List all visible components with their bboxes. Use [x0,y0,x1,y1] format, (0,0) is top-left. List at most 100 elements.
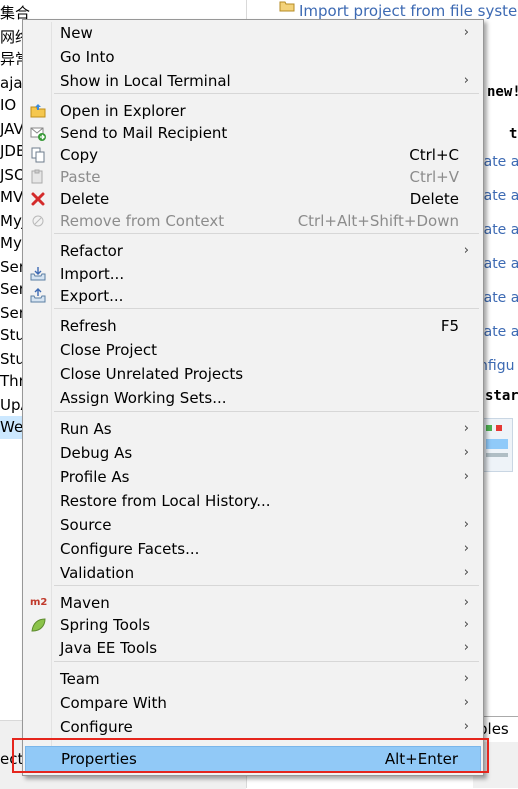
menu-item-label: Team [60,670,100,688]
menu-item-refresh[interactable]: Refresh F5 [25,315,481,337]
menu-item-show-in-local-terminal[interactable]: Show in Local Terminal › [25,70,481,92]
menu-item-label: Compare With [60,694,167,712]
menu-item-shortcut: Delete [409,190,459,208]
menu-item-label: Refresh [60,317,117,335]
submenu-chevron-icon: › [463,517,469,532]
menu-item-label: Spring Tools [60,616,151,634]
menu-item-label: Debug As [60,444,133,462]
explorer-item[interactable]: JAV [0,118,24,141]
menu-item-shortcut: Ctrl+Alt+Shift+Down [297,212,459,230]
menu-item-label: Close Unrelated Projects [60,365,244,383]
menu-separator [54,661,479,662]
menu-item-go-into[interactable]: Go Into [25,46,481,68]
menu-item-label: Go Into [60,48,115,66]
menu-item-label: Close Project [60,341,157,359]
delete-icon [30,191,46,207]
menu-item-import[interactable]: Import... [25,263,481,285]
import-project-link[interactable]: Import project from file system [299,2,518,20]
menu-item-label: Import... [60,265,125,283]
menu-separator [54,411,479,412]
spring-leaf-icon [30,617,46,633]
menu-item-label: Restore from Local History... [60,492,271,510]
menu-item-close-project[interactable]: Close Project [25,339,481,361]
menu-item-open-in-explorer[interactable]: Open in Explorer [25,100,481,122]
submenu-chevron-icon: › [463,421,469,436]
submenu-chevron-icon: › [463,445,469,460]
tutorial-thumbnail[interactable] [481,418,513,472]
menu-separator [54,585,479,586]
submenu-chevron-icon: › [463,73,469,88]
submenu-chevron-icon: › [463,671,469,686]
menu-item-label: Java EE Tools [60,639,158,657]
submenu-chevron-icon: › [463,469,469,484]
menu-item-label: Show in Local Terminal [60,72,231,90]
menu-item-debug-as[interactable]: Debug As › [25,442,481,464]
submenu-chevron-icon: › [463,695,469,710]
submenu-chevron-icon: › [463,25,469,40]
menu-item-label: Validation [60,564,135,582]
menu-item-label: Source [60,516,112,534]
menu-item-validation[interactable]: Validation › [25,562,481,584]
explorer-item[interactable]: IO [0,94,16,117]
menu-item-compare-with[interactable]: Compare With › [25,692,481,714]
menu-item-java-ee-tools[interactable]: Java EE Tools › [25,637,481,659]
menu-item-label: Copy [60,146,99,164]
submenu-chevron-icon: › [463,541,469,556]
menu-item-label: Delete [60,190,110,208]
menu-item-export[interactable]: Export... [25,285,481,307]
menu-item-label: Refactor [60,242,123,260]
menu-item-source[interactable]: Source › [25,514,481,536]
menu-separator [54,233,479,234]
remove-context-icon [30,213,46,229]
menu-item-label: Paste [60,168,101,186]
mail-send-icon [30,125,46,141]
menu-separator [54,308,479,309]
folder-icon [30,103,46,119]
menu-item-profile-as[interactable]: Profile As › [25,466,481,488]
todo-heading: t do [509,126,518,142]
menu-item-refactor[interactable]: Refactor › [25,240,481,262]
menu-item-shortcut: Ctrl+V [409,168,459,186]
menu-item-spring-tools[interactable]: Spring Tools › [25,614,481,636]
properties-highlight-outline [12,738,489,773]
explorer-item[interactable]: MV [0,186,23,209]
menu-item-label: Run As [60,420,112,438]
menu-item-copy[interactable]: Copy Ctrl+C [25,144,481,166]
menu-item-run-as[interactable]: Run As › [25,418,481,440]
menu-item-shortcut: Ctrl+C [409,146,459,164]
menu-item-shortcut: F5 [440,317,459,335]
submenu-chevron-icon: › [463,617,469,632]
menu-item-configure[interactable]: Configure › [25,716,481,738]
import-icon [30,266,46,282]
submenu-chevron-icon: › [463,243,469,258]
menu-item-label: Export... [60,287,124,305]
copy-icon [30,147,46,163]
menu-item-label: Remove from Context [60,212,225,230]
menu-item-label: Maven [60,594,110,612]
import-project-icon [279,1,295,12]
menu-item-new[interactable]: New › [25,22,481,44]
submenu-chevron-icon: › [463,565,469,580]
menu-item-team[interactable]: Team › [25,668,481,690]
menu-item-delete[interactable]: Delete Delete [25,188,481,210]
menu-item-remove-from-context: Remove from Context Ctrl+Alt+Shift+Down [25,210,481,232]
configure-link[interactable]: nfigu [479,358,514,374]
submenu-chevron-icon: › [463,640,469,655]
get-started-heading: star [485,388,518,404]
menu-item-label: Configure Facets... [60,540,200,558]
menu-item-paste: Paste Ctrl+V [25,166,481,188]
maven-icon: m2 [30,597,48,608]
menu-item-maven[interactable]: m2 Maven › [25,592,481,614]
export-icon [30,288,46,304]
menu-item-configure-facets[interactable]: Configure Facets... › [25,538,481,560]
menu-item-close-unrelated-projects[interactable]: Close Unrelated Projects [25,363,481,385]
paste-icon [30,169,46,185]
menu-item-send-to-mail-recipient[interactable]: Send to Mail Recipient [25,122,481,144]
submenu-chevron-icon: › [463,595,469,610]
submenu-chevron-icon: › [463,719,469,734]
menu-item-restore-from-local-history[interactable]: Restore from Local History... [25,490,481,512]
menu-item-assign-working-sets[interactable]: Assign Working Sets... [25,387,481,409]
whats-new-heading: new! [487,84,518,100]
menu-separator [54,93,479,94]
menu-item-label: Open in Explorer [60,102,186,120]
